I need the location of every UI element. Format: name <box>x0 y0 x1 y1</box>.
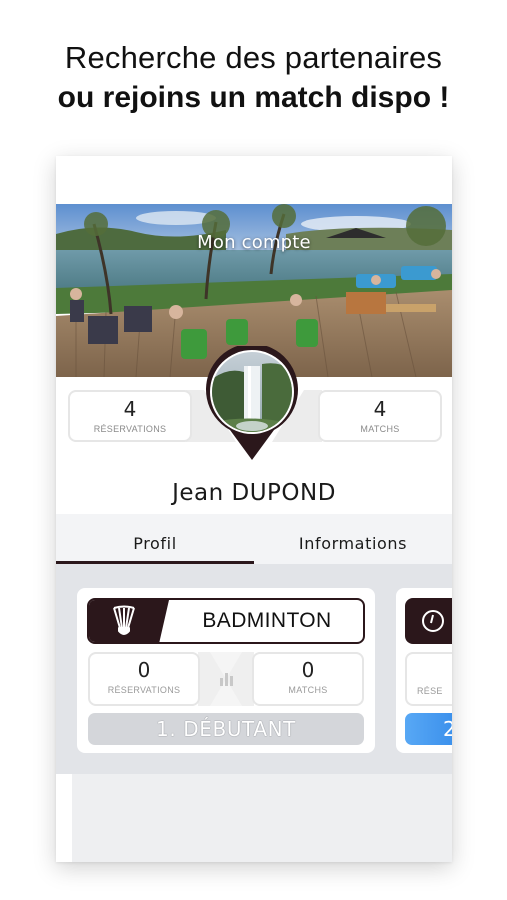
sport-card-second[interactable]: RÉSE 2 <box>396 588 452 753</box>
sport-reservations-count: 0 <box>137 658 151 682</box>
sport-icon-block <box>89 600 169 642</box>
sport-header-second <box>405 598 452 644</box>
tab-profil[interactable]: Profil <box>56 514 254 564</box>
headline-line-2: ou rejoins un match dispo ! <box>57 81 450 114</box>
sport-reservations-label: RÉSERVATIONS <box>107 685 181 695</box>
headline-line-1: Recherche des partenaires <box>64 40 443 75</box>
sport-level-second: 2 <box>443 717 452 741</box>
avatar[interactable] <box>204 346 300 462</box>
profile-tabs: Profil Informations <box>56 514 452 564</box>
matchs-stat: 4 MATCHS <box>318 390 442 442</box>
reservations-stat: 4 RÉSERVATIONS <box>68 390 192 442</box>
sport-matchs-stat: 0 MATCHS <box>252 652 364 706</box>
sport-name: BADMINTON <box>202 609 332 632</box>
tab-informations[interactable]: Informations <box>254 514 452 564</box>
sport-reservations-stat-second: RÉSE <box>405 652 452 706</box>
sport-header: BADMINTON <box>87 598 365 644</box>
app-store-screenshot: Recherche des partenaires ou rejoins un … <box>0 0 507 900</box>
reservations-label: RÉSERVATIONS <box>93 424 167 434</box>
racket-icon <box>422 610 444 632</box>
phone-screen: Mon compte 4 RÉSERVATIONS 4 MATCHS Jean … <box>56 156 452 862</box>
matchs-count: 4 <box>373 397 387 421</box>
sport-level-badge-second: 2 <box>405 713 452 745</box>
sport-card-badminton[interactable]: BADMINTON 0 RÉSERVATIONS 0 MATCHS 1. DÉB… <box>77 588 375 753</box>
sport-level-badge: 1. DÉBUTANT <box>88 713 364 745</box>
stats-chart-icon <box>198 652 254 706</box>
content-area <box>72 774 452 862</box>
user-name: Jean DUPOND <box>172 480 336 506</box>
promo-headline: Recherche des partenaires ou rejoins un … <box>0 38 507 118</box>
sport-reservations-label-second: RÉSE <box>417 686 443 696</box>
sport-reservations-stat: 0 RÉSERVATIONS <box>88 652 200 706</box>
sport-matchs-label: MATCHS <box>288 685 328 695</box>
matchs-label: MATCHS <box>360 424 400 434</box>
reservations-count: 4 <box>123 397 137 421</box>
sport-matchs-count: 0 <box>301 658 315 682</box>
cover-title: Mon compte <box>197 232 311 253</box>
shuttlecock-icon <box>113 605 135 635</box>
